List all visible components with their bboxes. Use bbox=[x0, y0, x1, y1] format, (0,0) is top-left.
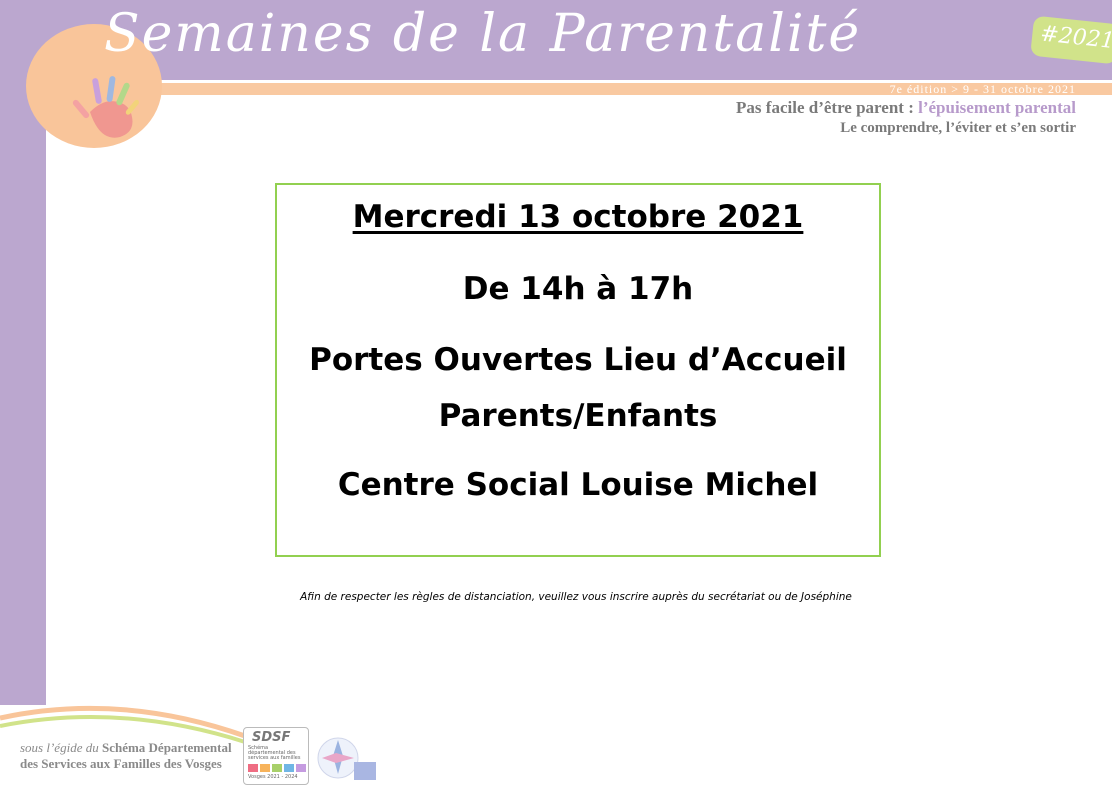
event-place: Centre Social Louise Michel bbox=[337, 467, 819, 503]
sdsf-title: SDSF bbox=[252, 730, 291, 745]
egide-line2: des Services aux Familles des Vosges bbox=[20, 756, 222, 771]
event-box: Mercredi 13 octobre 2021 De 14h à 17h Po… bbox=[275, 183, 881, 557]
partner-logo-icon bbox=[317, 737, 376, 780]
hand-logo-icon bbox=[72, 76, 139, 138]
sdsf-years: Vosges 2021 - 2024 bbox=[248, 774, 298, 780]
footer-egide: sous l’égide du Schéma Départemental des… bbox=[20, 740, 232, 772]
edition-dates: 7e édition > 9 - 31 octobre 2021 bbox=[889, 82, 1076, 96]
page-title: Semaines de la Parentalité bbox=[104, 4, 862, 64]
sdsf-subtitle: Schéma départemental des services aux fa… bbox=[248, 745, 301, 761]
registration-note: Afin de respecter les règles de distanci… bbox=[300, 591, 852, 603]
theme-prefix: Pas facile d’être parent : bbox=[736, 98, 919, 117]
egide-bold: Schéma Départemental bbox=[101, 740, 232, 755]
sdsf-color-blocks bbox=[248, 764, 306, 772]
sdsf-logo: SDSF Schéma départemental des services a… bbox=[243, 727, 309, 785]
year-badge-label: #2021 bbox=[1039, 21, 1112, 55]
event-name-line1: Portes Ouvertes Lieu d’Accueil bbox=[309, 342, 847, 378]
event-date: Mercredi 13 octobre 2021 bbox=[352, 199, 804, 235]
event-time: De 14h à 17h bbox=[462, 271, 694, 307]
theme-highlight: l’épuisement parental bbox=[918, 98, 1076, 117]
subtheme-line: Le comprendre, l’éviter et s’en sortir bbox=[840, 120, 1076, 136]
egide-prefix: sous l’égide du bbox=[20, 740, 102, 755]
theme-line: Pas facile d’être parent : l’épuisement … bbox=[736, 98, 1076, 118]
footer-arc-decoration bbox=[0, 705, 246, 744]
event-name-line2: Parents/Enfants bbox=[438, 398, 718, 434]
